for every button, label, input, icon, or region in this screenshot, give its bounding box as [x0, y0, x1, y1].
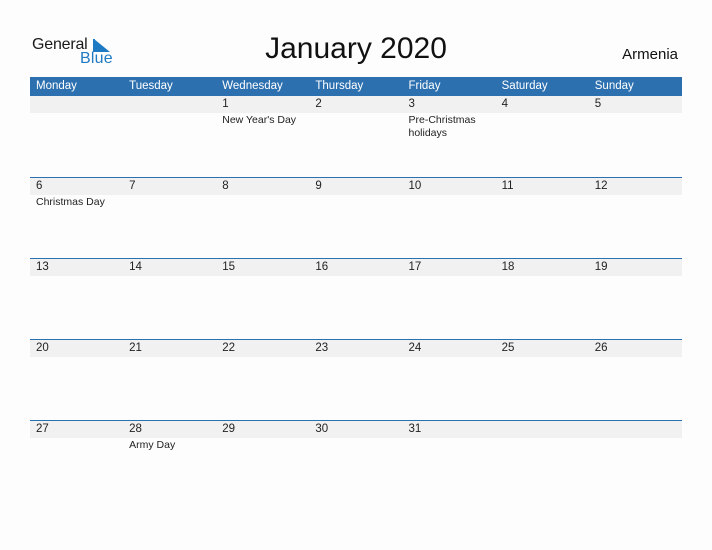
- week-row: 27 28 Army Day 29 30 31: [30, 420, 682, 501]
- day-number: 10: [408, 180, 422, 192]
- day-cell: 28 Army Day: [123, 421, 216, 501]
- week-cells: 13 14 15 16 17 18 19: [30, 259, 682, 339]
- day-cell: 8: [216, 178, 309, 258]
- day-number: 5: [594, 98, 602, 110]
- day-number: 22: [222, 342, 236, 354]
- day-number: 6: [36, 180, 43, 192]
- week-cells: 27 28 Army Day 29 30 31: [30, 421, 682, 501]
- day-cell: 5: [589, 96, 682, 177]
- day-cell: 20: [30, 340, 123, 420]
- day-number: [502, 421, 589, 438]
- weekday-header: Monday Tuesday Wednesday Thursday Friday…: [30, 77, 682, 96]
- day-cell: 25: [496, 340, 589, 420]
- day-number: 12: [594, 180, 608, 192]
- day-number: 26: [594, 342, 608, 354]
- day-number: 4: [501, 98, 509, 110]
- week-row: 1 New Year's Day 2 3 Pre-Christmas holidays 4…: [30, 96, 682, 177]
- day-cell: 11: [496, 178, 589, 258]
- country-label: Armenia: [622, 46, 678, 63]
- day-number: 14: [129, 261, 142, 273]
- day-number: 13: [36, 261, 49, 273]
- weeks-container: 1 New Year's Day 2 3 Pre-Christmas holidays 4…: [30, 96, 682, 501]
- day-number: 9: [315, 180, 322, 192]
- day-number: 27: [36, 423, 49, 435]
- week-cells: 1 New Year's Day 2 3 Pre-Christmas holidays 4…: [30, 96, 682, 177]
- day-cell: 17: [403, 259, 496, 339]
- day-number: 7: [129, 180, 136, 192]
- day-cell: 12: [589, 178, 682, 258]
- day-number: 29: [222, 423, 236, 435]
- page-title: January 2020: [265, 32, 447, 65]
- day-cell: [123, 96, 216, 177]
- day-number: 1: [222, 98, 229, 110]
- day-cell: 9: [309, 178, 402, 258]
- weekday-saturday: Saturday: [501, 80, 548, 92]
- day-number: 11: [501, 180, 514, 192]
- day-number: 23: [315, 342, 329, 354]
- day-cell: 6 Christmas Day: [30, 178, 123, 258]
- calendar: Monday Tuesday Wednesday Thursday Friday…: [30, 77, 682, 501]
- day-cell: 16: [309, 259, 402, 339]
- weekday-monday: Monday: [36, 80, 77, 92]
- day-cell: 15: [216, 259, 309, 339]
- day-number: 19: [594, 261, 608, 273]
- day-cell: 31: [403, 421, 496, 501]
- weekday-thursday: Thursday: [315, 80, 364, 92]
- weekday-tuesday: Tuesday: [129, 80, 173, 92]
- day-cell: [496, 421, 589, 501]
- day-number: 8: [222, 180, 229, 192]
- day-number: 2: [315, 98, 322, 110]
- day-number: 21: [129, 342, 142, 354]
- day-cell: 23: [309, 340, 402, 420]
- day-cell: 18: [496, 259, 589, 339]
- day-number: [129, 96, 216, 113]
- weekday-sunday: Sunday: [594, 80, 634, 92]
- day-number: 25: [501, 342, 515, 354]
- week-row: 20 21 22 23 24 25 26: [30, 339, 682, 420]
- holiday-label: Army Day: [129, 439, 176, 451]
- week-row: 6 Christmas Day 7 8 9 10 11 12: [30, 177, 682, 258]
- day-number: 17: [408, 261, 422, 273]
- day-number: 30: [315, 423, 329, 435]
- day-cell: 7: [123, 178, 216, 258]
- weekday-wednesday: Wednesday: [222, 80, 283, 92]
- day-cell: 2: [309, 96, 402, 177]
- day-cell: 27: [30, 421, 123, 501]
- day-cell: 10: [403, 178, 496, 258]
- day-number: 16: [315, 261, 329, 273]
- day-cell: 22: [216, 340, 309, 420]
- day-cell: 4: [496, 96, 589, 177]
- holiday-label: Pre-Christmas holidays: [408, 114, 476, 139]
- weekday-friday: Friday: [408, 80, 441, 92]
- day-number: 15: [222, 261, 236, 273]
- day-number: [36, 96, 123, 113]
- day-cell: [589, 421, 682, 501]
- day-number: 3: [408, 98, 415, 110]
- day-number: 31: [408, 423, 422, 435]
- day-cell: 21: [123, 340, 216, 420]
- day-cell: 3 Pre-Christmas holidays: [403, 96, 496, 177]
- day-cell: 29: [216, 421, 309, 501]
- day-number: 28: [129, 423, 142, 435]
- week-cells: 6 Christmas Day 7 8 9 10 11 12: [30, 178, 682, 258]
- day-number: [595, 421, 682, 438]
- day-cell: 13: [30, 259, 123, 339]
- day-cell: 24: [403, 340, 496, 420]
- holiday-label: New Year's Day: [222, 114, 297, 126]
- day-number: 20: [36, 342, 49, 354]
- day-number: 18: [501, 261, 515, 273]
- day-cell: 26: [589, 340, 682, 420]
- week-cells: 20 21 22 23 24 25 26: [30, 340, 682, 420]
- day-cell: 14: [123, 259, 216, 339]
- day-cell: [30, 96, 123, 177]
- day-number: 24: [408, 342, 422, 354]
- day-cell: 30: [309, 421, 402, 501]
- week-row: 13 14 15 16 17 18 19: [30, 258, 682, 339]
- day-cell: 19: [589, 259, 682, 339]
- day-cell: 1 New Year's Day: [216, 96, 309, 177]
- holiday-label: Christmas Day: [36, 196, 105, 208]
